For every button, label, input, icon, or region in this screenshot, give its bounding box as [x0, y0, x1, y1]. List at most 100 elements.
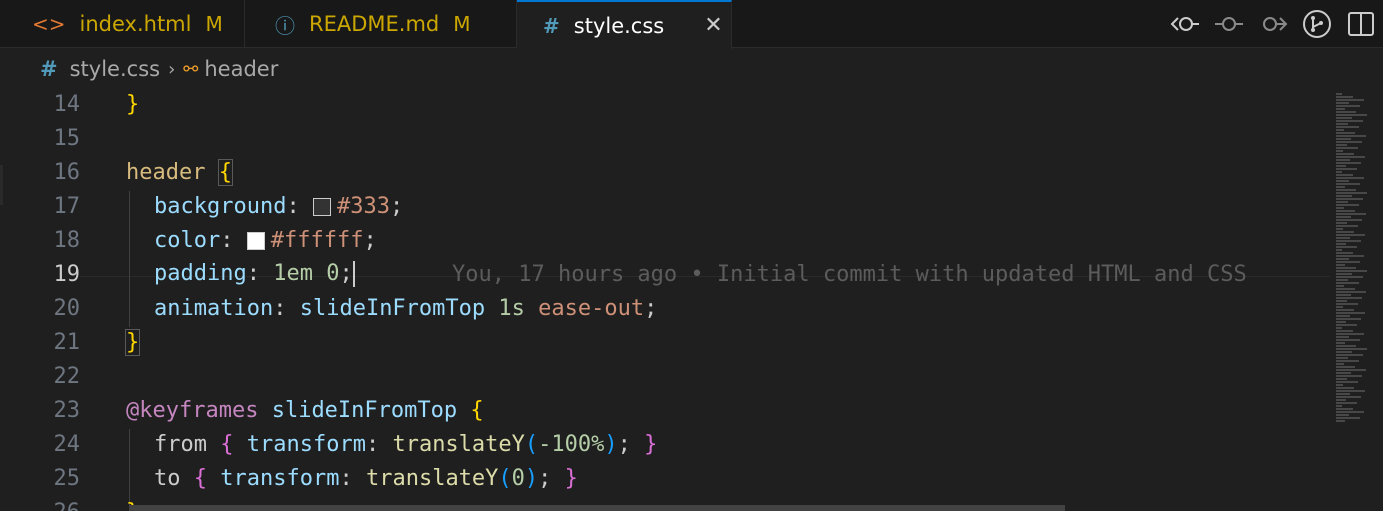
minimap-line	[1336, 102, 1349, 104]
tab-style-css[interactable]: # style.css ✕	[517, 0, 732, 49]
minimap-line	[1336, 210, 1355, 212]
minimap-line	[1336, 336, 1349, 338]
minimap-line	[1336, 387, 1354, 389]
minimap-line	[1336, 138, 1351, 140]
line-number: 14	[53, 91, 81, 117]
minimap-line	[1336, 234, 1365, 236]
minimap-line	[1336, 120, 1363, 122]
minimap-line	[1336, 147, 1358, 149]
minimap[interactable]	[1330, 89, 1383, 511]
minimap-line	[1336, 303, 1358, 305]
code-text: from { transform: translateY(-100%); }	[154, 431, 658, 457]
minimap-line	[1336, 339, 1360, 341]
minimap-line	[1336, 414, 1349, 416]
minimap-line	[1336, 330, 1353, 332]
code-line: 17 background: #333;	[0, 189, 1330, 223]
minimap-line	[1336, 237, 1350, 239]
code-line: 15	[0, 121, 1330, 155]
minimap-line	[1336, 165, 1346, 167]
minimap-line	[1336, 282, 1359, 284]
commit-icon[interactable]	[1207, 13, 1251, 35]
minimap-line	[1336, 396, 1361, 398]
minimap-line	[1336, 267, 1356, 269]
css-file-icon: #	[543, 13, 560, 38]
minimap-line	[1336, 129, 1344, 131]
minimap-line	[1336, 243, 1346, 245]
minimap-line	[1336, 225, 1358, 227]
horizontal-scrollbar[interactable]	[130, 505, 1065, 511]
tab-label: style.css	[573, 13, 665, 38]
color-swatch[interactable]	[246, 231, 265, 250]
minimap-line	[1336, 315, 1350, 317]
minimap-line	[1336, 183, 1360, 185]
minimap-line	[1336, 93, 1342, 95]
code-line: 16 header {	[0, 155, 1330, 189]
minimap-line	[1336, 99, 1364, 101]
code-line: 22	[0, 359, 1330, 393]
close-tab-icon[interactable]: ✕	[704, 13, 722, 38]
minimap-line	[1336, 405, 1342, 407]
line-number: 17	[53, 193, 81, 219]
minimap-line	[1336, 201, 1348, 203]
minimap-line	[1336, 174, 1353, 176]
minimap-line	[1336, 306, 1343, 308]
minimap-line	[1336, 399, 1346, 401]
minimap-line	[1336, 132, 1355, 134]
breadcrumb-symbol[interactable]: header	[204, 57, 278, 81]
minimap-line	[1336, 141, 1362, 143]
minimap-line	[1336, 123, 1348, 125]
code-line: 18 color: #ffffff;	[0, 223, 1330, 257]
editor-actions	[1163, 0, 1383, 48]
minimap-line	[1336, 204, 1359, 206]
code-text: background: #333;	[154, 193, 404, 219]
code-line: 20 animation: slideInFromTop 1s ease-out…	[0, 291, 1330, 325]
minimap-line	[1336, 294, 1351, 296]
line-number: 18	[53, 227, 81, 253]
minimap-line	[1336, 369, 1366, 371]
line-number: 15	[53, 125, 81, 151]
code-text: }	[126, 91, 140, 117]
line-number: 23	[53, 397, 81, 423]
code-line: 24 from { transform: translateY(-100%); …	[0, 427, 1330, 461]
minimap-line	[1336, 135, 1366, 137]
minimap-line	[1336, 126, 1359, 128]
modified-badge: M	[453, 12, 471, 36]
minimap-line	[1336, 213, 1366, 215]
tab-readme-md[interactable]: ⓘ README.md M	[245, 0, 517, 48]
code-text: @keyframes slideInFromTop {	[126, 397, 484, 423]
minimap-line	[1336, 180, 1349, 182]
minimap-line	[1336, 318, 1361, 320]
line-number: 20	[53, 295, 81, 321]
minimap-line	[1336, 96, 1353, 98]
minimap-line	[1336, 168, 1357, 170]
code-text: }	[124, 328, 141, 356]
code-line: 25 to { transform: translateY(0); }	[0, 461, 1330, 495]
code-text: animation: slideInFromTop 1s ease-out;	[154, 295, 658, 321]
code-line: 23 @keyframes slideInFromTop {	[0, 393, 1330, 427]
line-number: 21	[53, 329, 81, 355]
minimap-line	[1336, 288, 1355, 290]
minimap-line	[1336, 192, 1367, 194]
color-swatch[interactable]	[312, 197, 331, 216]
tab-index-html[interactable]: <> index.html M	[0, 0, 245, 48]
minimap-line	[1336, 309, 1354, 311]
minimap-line	[1336, 420, 1345, 422]
minimap-line	[1336, 342, 1345, 344]
minimap-line	[1336, 111, 1356, 113]
split-editor-icon[interactable]	[1339, 11, 1383, 37]
minimap-line	[1336, 285, 1344, 287]
minimap-line	[1336, 195, 1352, 197]
minimap-line	[1336, 108, 1345, 110]
source-control-icon[interactable]	[1295, 9, 1339, 39]
minimap-line	[1336, 252, 1353, 254]
minimap-line	[1336, 264, 1345, 266]
compare-changes-icon[interactable]	[1163, 13, 1207, 35]
minimap-line	[1336, 363, 1344, 365]
next-change-icon[interactable]	[1251, 13, 1295, 35]
breadcrumb-file[interactable]: style.css	[70, 57, 160, 81]
line-number: 26	[0, 500, 81, 511]
minimap-line	[1336, 327, 1342, 329]
minimap-line	[1336, 249, 1342, 251]
minimap-line	[1336, 114, 1367, 116]
code-editor[interactable]: 14 } 15 16 header { 17 background: #333;…	[0, 89, 1330, 511]
